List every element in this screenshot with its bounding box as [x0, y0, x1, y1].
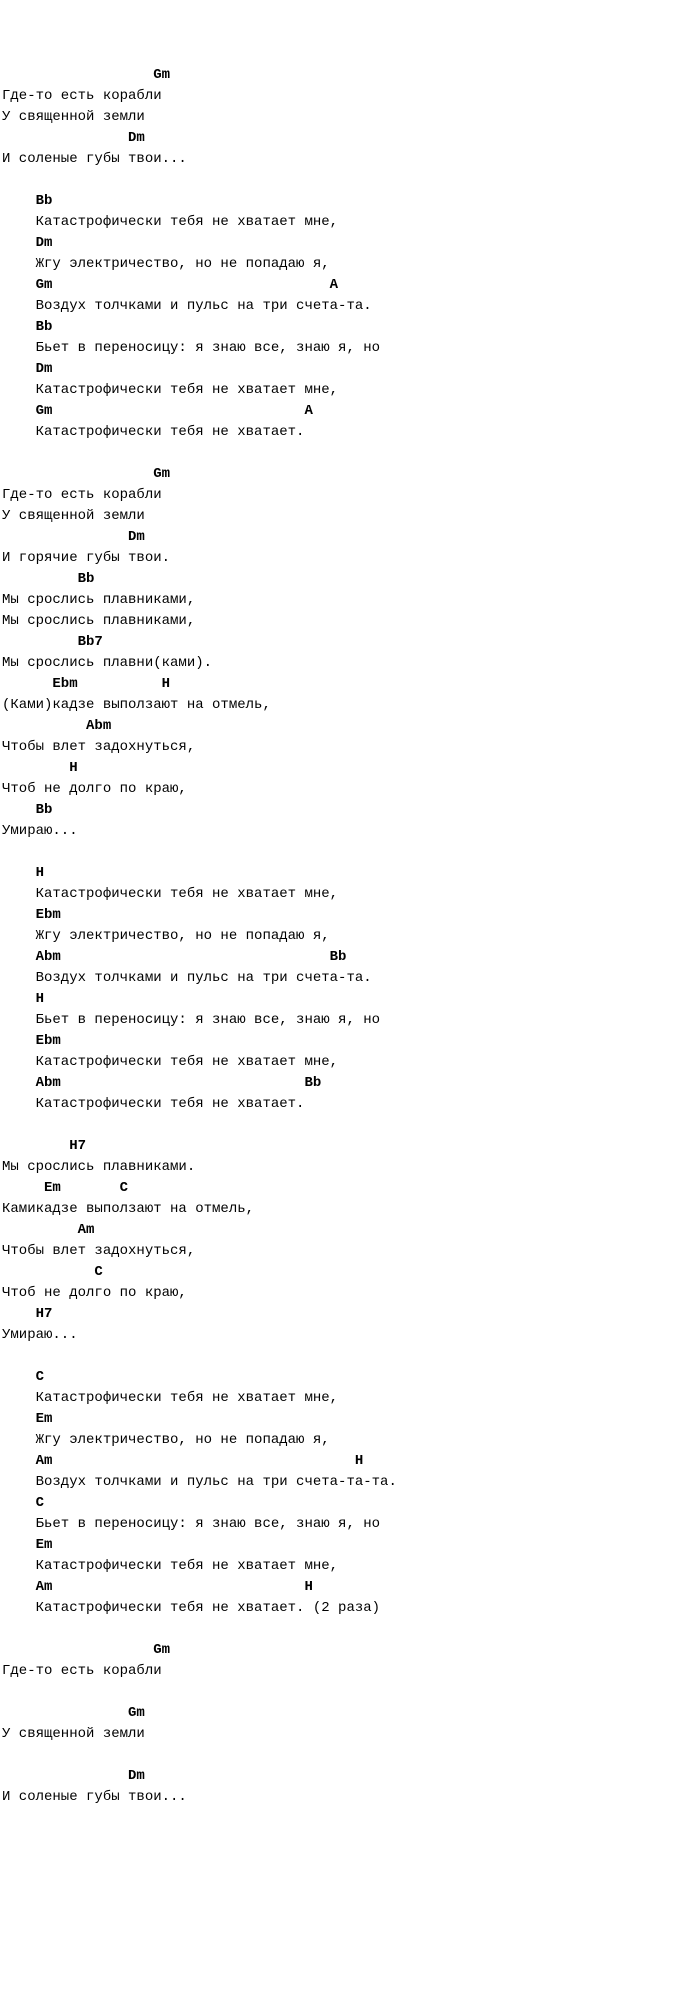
lyric-line: У священной земли	[2, 1724, 698, 1745]
chord-line: Dm	[2, 359, 698, 380]
lyric-line: Умираю...	[2, 1325, 698, 1346]
chord-line: Gm A	[2, 401, 698, 422]
lyric-line: Катастрофически тебя не хватает.	[2, 422, 698, 443]
lyric-line: Катастрофически тебя не хватает мне,	[2, 884, 698, 905]
lyric-line: Где-то есть корабли	[2, 485, 698, 506]
lyric-line: Где-то есть корабли	[2, 86, 698, 107]
lyric-line: Жгу электричество, но не попадаю я,	[2, 1430, 698, 1451]
lyric-line: Мы срослись плавниками,	[2, 590, 698, 611]
lyric-line: Катастрофически тебя не хватает мне,	[2, 380, 698, 401]
chord-line: Dm	[2, 128, 698, 149]
chord-line: Ebm	[2, 1031, 698, 1052]
chord-line: Abm Bb	[2, 947, 698, 968]
lyric-line: (Ками)кадзе выползают на отмель,	[2, 695, 698, 716]
lyric-line: Воздух толчками и пульс на три счета-та.	[2, 296, 698, 317]
lyric-line: И горячие губы твои.	[2, 548, 698, 569]
lyric-line: Бьет в переносицу: я знаю все, знаю я, н…	[2, 1514, 698, 1535]
lyric-line: Жгу электричество, но не попадаю я,	[2, 254, 698, 275]
chord-line: Dm	[2, 233, 698, 254]
blank-line	[2, 1346, 698, 1367]
lyric-line: Мы срослись плавни(ками).	[2, 653, 698, 674]
chord-line: Gm	[2, 464, 698, 485]
lyric-line: Катастрофически тебя не хватает мне,	[2, 1556, 698, 1577]
chord-line: Em C	[2, 1178, 698, 1199]
chord-line: Ebm H	[2, 674, 698, 695]
lyric-line: Мы срослись плавниками.	[2, 1157, 698, 1178]
chord-line: Ebm	[2, 905, 698, 926]
lyric-line: Воздух толчками и пульс на три счета-та-…	[2, 1472, 698, 1493]
blank-line	[2, 170, 698, 191]
chord-line: C	[2, 1493, 698, 1514]
chord-line: Abm	[2, 716, 698, 737]
lyric-line: Воздух толчками и пульс на три счета-та.	[2, 968, 698, 989]
chord-line: Gm	[2, 1703, 698, 1724]
lyric-line: Мы срослись плавниками,	[2, 611, 698, 632]
lyric-line: Жгу электричество, но не попадаю я,	[2, 926, 698, 947]
lyric-line: Катастрофически тебя не хватает мне,	[2, 212, 698, 233]
chord-line: Bb	[2, 191, 698, 212]
chord-line: Gm	[2, 65, 698, 86]
chord-line: Bb	[2, 800, 698, 821]
blank-line	[2, 1745, 698, 1766]
lyric-line: У священной земли	[2, 107, 698, 128]
lyric-line: Чтобы влет задохнуться,	[2, 1241, 698, 1262]
blank-line	[2, 443, 698, 464]
lyric-line: Бьет в переносицу: я знаю все, знаю я, н…	[2, 338, 698, 359]
chord-line: Gm	[2, 1640, 698, 1661]
lyric-line: Катастрофически тебя не хватает мне,	[2, 1388, 698, 1409]
blank-line	[2, 842, 698, 863]
chord-line: Dm	[2, 1766, 698, 1787]
chord-line: H	[2, 758, 698, 779]
lyric-line: Чтобы влет задохнуться,	[2, 737, 698, 758]
lyric-line: Камикадзе выползают на отмель,	[2, 1199, 698, 1220]
chord-line: Am	[2, 1220, 698, 1241]
chord-line: H	[2, 989, 698, 1010]
blank-line	[2, 1115, 698, 1136]
chord-line: C	[2, 1367, 698, 1388]
chord-line: Bb	[2, 569, 698, 590]
chord-line: H	[2, 863, 698, 884]
chord-line: Bb7	[2, 632, 698, 653]
lyric-line: Катастрофически тебя не хватает. (2 раза…	[2, 1598, 698, 1619]
lyric-line: Катастрофически тебя не хватает мне,	[2, 1052, 698, 1073]
chord-line: Em	[2, 1535, 698, 1556]
chord-line: H7	[2, 1304, 698, 1325]
chord-line: Em	[2, 1409, 698, 1430]
chord-line: Dm	[2, 527, 698, 548]
lyric-line: Где-то есть корабли	[2, 1661, 698, 1682]
chord-line: Gm A	[2, 275, 698, 296]
chord-line: Abm Bb	[2, 1073, 698, 1094]
chord-line: H7	[2, 1136, 698, 1157]
blank-line	[2, 1619, 698, 1640]
lyric-line: У священной земли	[2, 506, 698, 527]
blank-line	[2, 1682, 698, 1703]
chord-line: C	[2, 1262, 698, 1283]
lyric-line: Чтоб не долго по краю,	[2, 1283, 698, 1304]
lyric-line: И соленые губы твои...	[2, 1787, 698, 1808]
lyric-line: И соленые губы твои...	[2, 149, 698, 170]
chord-line: Bb	[2, 317, 698, 338]
chord-line: Am H	[2, 1451, 698, 1472]
chord-line: Am H	[2, 1577, 698, 1598]
lyric-line: Чтоб не долго по краю,	[2, 779, 698, 800]
lyric-line: Бьет в переносицу: я знаю все, знаю я, н…	[2, 1010, 698, 1031]
lyric-line: Умираю...	[2, 821, 698, 842]
lyric-line: Катастрофически тебя не хватает.	[2, 1094, 698, 1115]
song-lyrics-container: GmГде-то есть кораблиУ священной земли D…	[2, 65, 698, 1808]
